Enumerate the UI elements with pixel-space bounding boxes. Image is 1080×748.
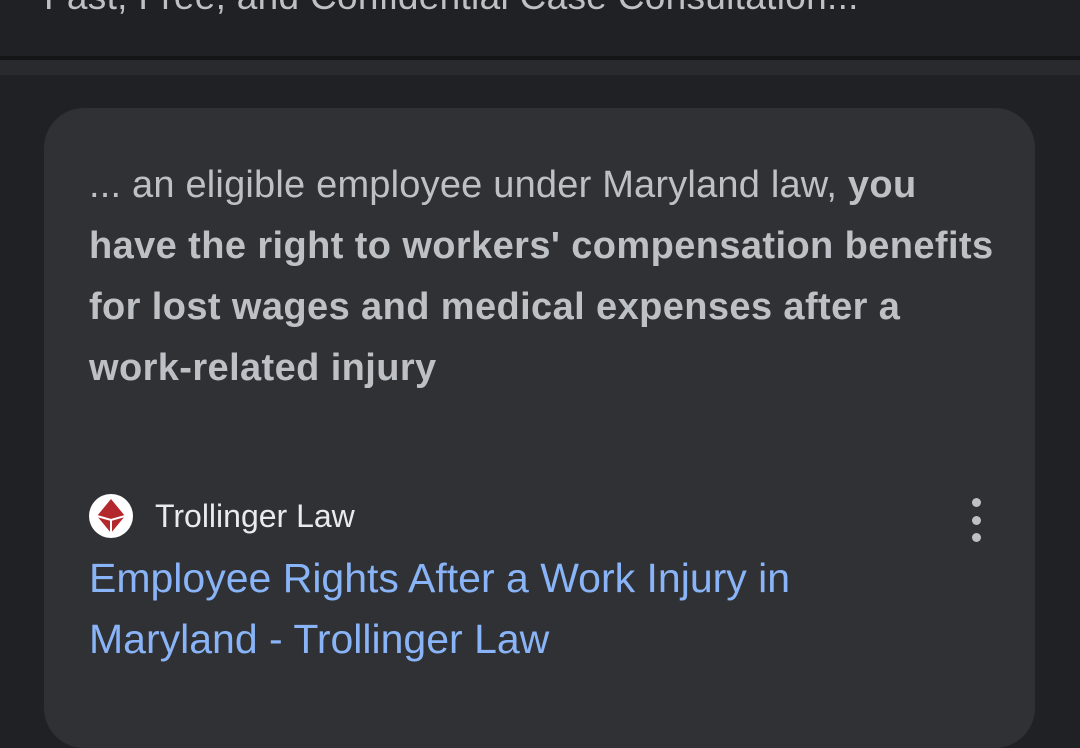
source-row[interactable]: Trollinger Law — [89, 493, 355, 539]
more-vert-icon[interactable] — [956, 498, 996, 542]
snippet-prefix: ... an eligible employee under Maryland … — [89, 164, 838, 206]
previous-result-snippet: Fast, Free, and Confidential Case Consul… — [44, 0, 859, 18]
featured-snippet-card: ... an eligible employee under Maryland … — [44, 108, 1035, 748]
trollinger-law-logo-icon — [89, 494, 133, 538]
previous-result-fragment: Fast, Free, and Confidential Case Consul… — [0, 0, 1080, 56]
source-name: Trollinger Law — [155, 497, 355, 534]
featured-snippet-text: ... an eligible employee under Maryland … — [89, 155, 994, 399]
result-divider-band — [0, 60, 1080, 75]
result-title-link[interactable]: Employee Rights After a Work Injury in M… — [89, 548, 969, 670]
